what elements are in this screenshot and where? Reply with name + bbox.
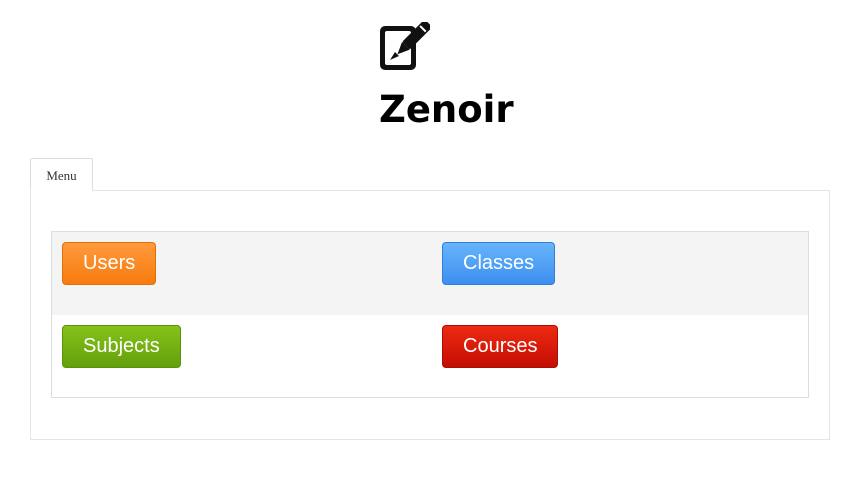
table-row: Subjects Courses <box>52 315 808 397</box>
table-cell: Classes <box>442 242 556 285</box>
app-title: Zenoir <box>379 88 514 131</box>
table-cell: Users <box>62 242 157 285</box>
users-button[interactable]: Users <box>62 242 157 285</box>
tab-panel-menu: Users Classes Subjects Courses <box>30 190 830 440</box>
courses-button[interactable]: Courses <box>442 325 559 368</box>
edit-pencil-icon <box>380 20 432 72</box>
tab-menu[interactable]: Menu <box>30 158 93 191</box>
table-row: Users Classes <box>52 232 808 315</box>
menu-table: Users Classes Subjects Courses <box>51 231 809 398</box>
table-cell: Subjects <box>62 325 181 368</box>
classes-button[interactable]: Classes <box>442 242 556 285</box>
subjects-button[interactable]: Subjects <box>62 325 181 368</box>
table-cell: Courses <box>442 325 559 368</box>
